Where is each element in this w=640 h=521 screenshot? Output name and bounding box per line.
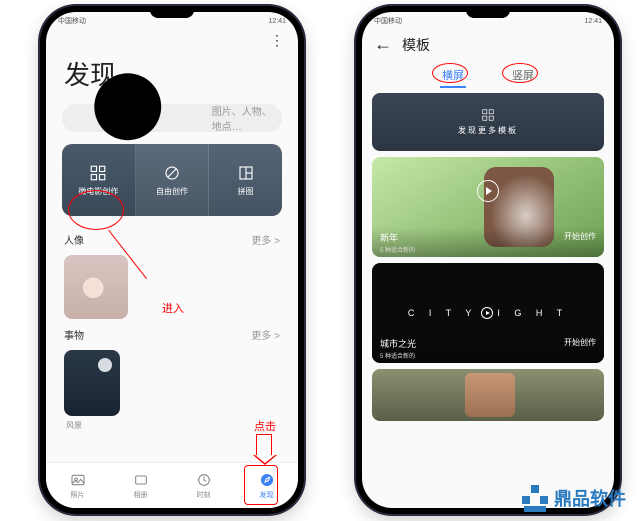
annot-arrow-icon	[256, 434, 272, 456]
card-footer: 新年 5 种适合新的 开始创作	[372, 227, 604, 257]
card-running[interactable]	[372, 369, 604, 421]
notch	[466, 8, 510, 18]
nav-albums[interactable]: 相册	[109, 463, 172, 508]
collage-icon	[237, 164, 255, 182]
card-list: 发现更多模板 新年 5 种适合新的 开始创作 C I T Y I G H T	[362, 93, 614, 508]
more-link[interactable]: 更多 >	[251, 232, 280, 247]
screen-discover: 中国移动 12:41 ⋮ 发现 图片、人物、地点… 微电影创作 自由创作 拼图	[46, 12, 298, 508]
grid-icon	[89, 164, 107, 182]
header: ← 模板	[362, 30, 614, 59]
card-logo: C I T Y I G H T	[408, 307, 568, 319]
title-row: ⋮	[46, 30, 298, 51]
tab-landscape[interactable]: 横屏	[436, 65, 470, 85]
carrier: 中国移动	[374, 16, 402, 26]
annot-ring-category	[68, 190, 124, 230]
cat-label: 自由创作	[156, 186, 188, 197]
things-thumb[interactable]	[64, 350, 120, 416]
grid-icon	[481, 108, 495, 122]
brand-text: 鼎品软件	[554, 485, 626, 511]
card-title: 城市之光	[380, 337, 416, 350]
people-thumb[interactable]	[64, 255, 128, 319]
nav-label: 相册	[134, 490, 148, 500]
photo-icon	[70, 472, 86, 488]
section-things: 事物 更多 >	[46, 323, 298, 346]
annot-ring-tab	[432, 63, 468, 83]
back-icon[interactable]: ←	[374, 34, 392, 55]
section-people: 人像 更多 >	[46, 228, 298, 251]
card-newyear[interactable]: 新年 5 种适合新的 开始创作	[372, 157, 604, 257]
cat-free[interactable]: 自由创作	[136, 144, 210, 216]
card-action[interactable]: 开始创作	[564, 337, 596, 360]
annot-ring-tab	[502, 63, 538, 83]
play-icon[interactable]	[477, 180, 499, 202]
clock: 12:41	[268, 18, 286, 25]
tab-portrait[interactable]: 竖屏	[506, 65, 540, 85]
header-title: 模板	[402, 35, 430, 55]
logo-part-b: I G H T	[497, 308, 568, 318]
phone-left: 中国移动 12:41 ⋮ 发现 图片、人物、地点… 微电影创作 自由创作 拼图	[40, 6, 304, 514]
card-footer: 城市之光 5 种适合新的 开始创作	[372, 333, 604, 363]
more-link[interactable]: 更多 >	[251, 327, 280, 342]
phone-right: 中国移动 12:41 ← 模板 横屏 竖屏 发现更多模板	[356, 6, 620, 514]
card-sub: 5 种适合新的	[380, 351, 416, 360]
kebab-icon[interactable]: ⋮	[270, 32, 284, 49]
clock: 12:41	[584, 18, 602, 25]
card-title: 发现更多模板	[458, 125, 518, 136]
thumb-caption: 风景	[46, 420, 298, 431]
card-citylight[interactable]: C I T Y I G H T 城市之光 5 种适合新的 开始创作	[372, 263, 604, 363]
nav-photos[interactable]: 照片	[46, 463, 109, 508]
brand-logo: 鼎品软件	[522, 485, 626, 511]
screen-templates: 中国移动 12:41 ← 模板 横屏 竖屏 发现更多模板	[362, 12, 614, 508]
nav-label: 照片	[71, 490, 85, 500]
annot-enter: 进入	[162, 300, 184, 316]
star-icon	[196, 472, 212, 488]
tabs: 横屏 竖屏	[362, 59, 614, 93]
search-input[interactable]: 图片、人物、地点…	[62, 104, 282, 132]
annot-ring-nav	[244, 465, 278, 505]
cat-label: 拼图	[238, 186, 254, 197]
card-image	[465, 373, 515, 417]
carrier: 中国移动	[58, 16, 86, 26]
card-title: 新年	[380, 231, 415, 244]
card-more-templates[interactable]: 发现更多模板	[372, 93, 604, 151]
brand-mark-icon	[522, 485, 548, 511]
cat-collage[interactable]: 拼图	[209, 144, 282, 216]
circle-slash-icon	[163, 164, 181, 182]
notch	[150, 8, 194, 18]
card-action[interactable]: 开始创作	[564, 231, 596, 254]
play-icon[interactable]	[481, 307, 493, 319]
card-sub: 5 种适合新的	[380, 245, 415, 254]
search-placeholder: 图片、人物、地点…	[212, 103, 272, 133]
nav-label: 时刻	[197, 490, 211, 500]
section-title: 事物	[64, 327, 84, 342]
logo-part-a: C I T Y	[408, 308, 478, 318]
nav-moments[interactable]: 时刻	[172, 463, 235, 508]
album-icon	[133, 472, 149, 488]
section-title: 人像	[64, 232, 84, 247]
